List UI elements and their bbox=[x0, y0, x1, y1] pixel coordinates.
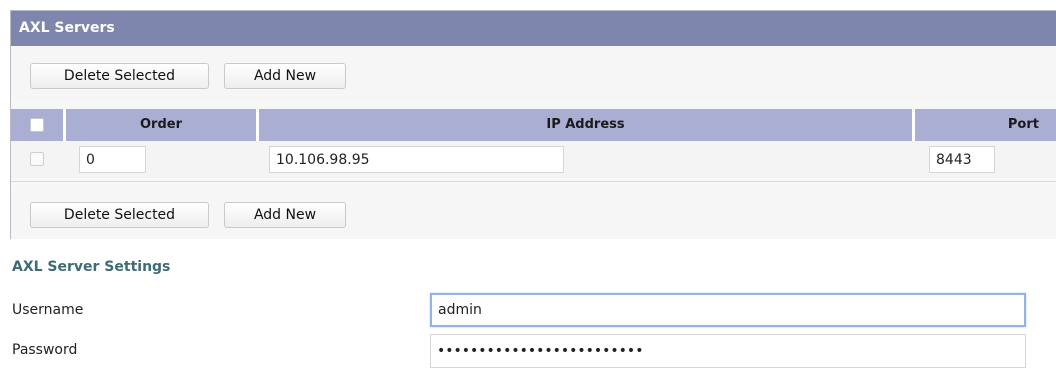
delete-selected-button[interactable]: Delete Selected bbox=[30, 63, 209, 89]
username-input[interactable] bbox=[430, 293, 1026, 327]
add-new-button-bottom[interactable]: Add New bbox=[224, 202, 346, 228]
username-label: Username bbox=[12, 302, 84, 318]
section-title: AXL Servers bbox=[11, 11, 1056, 46]
settings-section-title: AXL Server Settings bbox=[12, 259, 171, 275]
axl-servers-panel: AXL Servers Delete Selected Add New Orde… bbox=[10, 10, 1056, 239]
bottom-button-row: Delete Selected Add New bbox=[11, 185, 1056, 239]
ip-address-input[interactable] bbox=[269, 146, 564, 173]
column-header-port[interactable]: Port bbox=[915, 109, 1056, 141]
port-input[interactable] bbox=[929, 146, 995, 173]
select-all-checkbox[interactable] bbox=[30, 118, 44, 132]
top-button-row: Delete Selected Add New bbox=[11, 46, 1056, 100]
password-label: Password bbox=[12, 342, 78, 358]
password-input[interactable] bbox=[430, 334, 1026, 368]
column-header-order[interactable]: Order bbox=[66, 109, 256, 141]
table-header: Order IP Address Port bbox=[11, 109, 1056, 141]
delete-selected-button-bottom[interactable]: Delete Selected bbox=[30, 202, 209, 228]
row-select-checkbox[interactable] bbox=[30, 152, 44, 166]
column-header-ip-address[interactable]: IP Address bbox=[259, 109, 912, 141]
divider bbox=[11, 181, 1056, 182]
add-new-button[interactable]: Add New bbox=[224, 63, 346, 89]
order-input[interactable] bbox=[79, 146, 146, 173]
table-row bbox=[11, 141, 1056, 178]
